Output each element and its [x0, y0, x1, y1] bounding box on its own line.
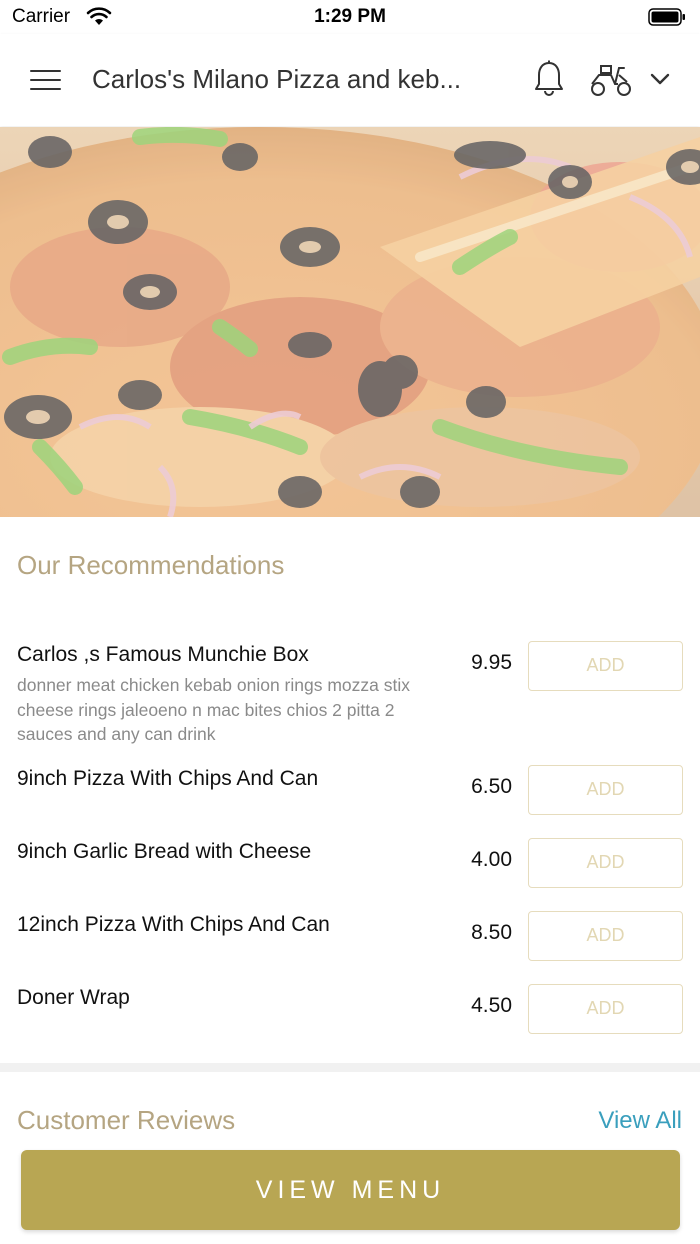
pizza-illustration: [0, 127, 700, 517]
menu-icon[interactable]: [30, 68, 62, 92]
view-all-link[interactable]: View All: [598, 1107, 682, 1135]
item-price: 9.95: [471, 651, 512, 674]
item-name: Carlos ,s Famous Munchie Box: [17, 643, 309, 666]
item-price: 6.50: [471, 775, 512, 798]
item-description: donner meat chicken kebab onion rings mo…: [17, 675, 410, 744]
bell-icon[interactable]: [533, 60, 565, 98]
chevron-down-icon[interactable]: [648, 70, 672, 88]
item-price: 8.50: [471, 921, 512, 944]
scooter-icon[interactable]: [589, 62, 633, 98]
status-bar: Carrier 1:29 PM: [0, 0, 700, 34]
status-time: 1:29 PM: [314, 6, 386, 27]
restaurant-title: Carlos's Milano Pizza and keb...: [92, 64, 462, 94]
add-button[interactable]: ADD: [528, 984, 683, 1034]
item-price: 4.00: [471, 848, 512, 871]
section-divider: [0, 1063, 700, 1072]
item-name: 9inch Pizza With Chips And Can: [17, 767, 319, 790]
item-price: 4.50: [471, 994, 512, 1017]
add-button[interactable]: ADD: [528, 641, 683, 691]
recommendations-title: Our Recommendations: [17, 550, 285, 580]
view-menu-button[interactable]: VIEW MENU: [21, 1150, 680, 1230]
item-name: 12inch Pizza With Chips And Can: [17, 913, 330, 936]
battery-icon: [648, 8, 685, 26]
item-name: Doner Wrap: [17, 986, 130, 1009]
add-button[interactable]: ADD: [528, 911, 683, 961]
reviews-title: Customer Reviews: [17, 1105, 236, 1135]
app-header: Carlos's Milano Pizza and keb...: [0, 34, 700, 126]
hero-pizza-image: [0, 127, 700, 517]
add-button[interactable]: ADD: [528, 838, 683, 888]
add-button[interactable]: ADD: [528, 765, 683, 815]
item-name: 9inch Garlic Bread with Cheese: [17, 840, 312, 863]
